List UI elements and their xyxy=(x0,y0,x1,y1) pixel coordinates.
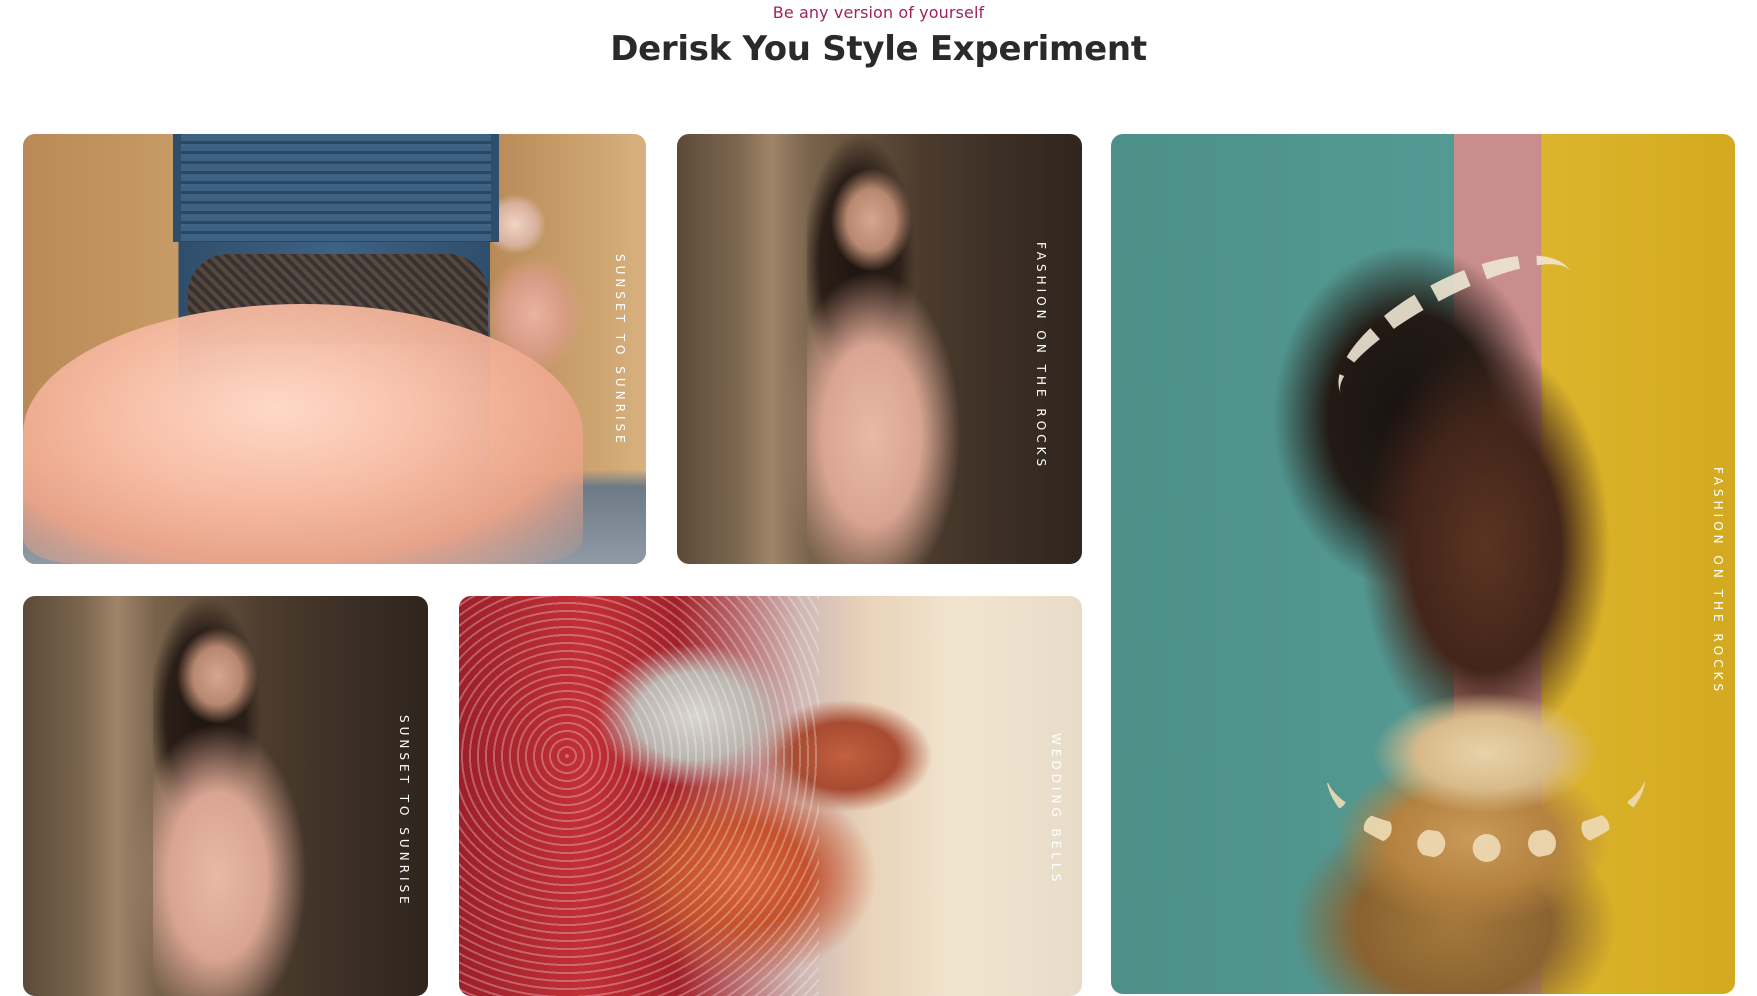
gallery-photo xyxy=(1111,134,1735,994)
section-title: Derisk You Style Experiment xyxy=(610,29,1147,69)
card-label: Fashion on the rocks xyxy=(1711,467,1725,696)
card-label: Fashion on the rocks xyxy=(1034,242,1048,471)
window-shutter xyxy=(173,134,499,242)
gallery-card-sunset-to-sunrise[interactable]: Sunset to sunrise xyxy=(23,134,646,564)
gallery-card-sunset-to-sunrise-small[interactable]: Sunset to sunrise xyxy=(23,596,428,996)
embroidery xyxy=(459,596,819,996)
gown xyxy=(23,304,583,564)
pillar xyxy=(737,134,807,564)
card-label: Sunset to sunrise xyxy=(397,715,411,908)
card-label: Wedding bells xyxy=(1049,733,1063,886)
card-label: Sunset to sunrise xyxy=(613,254,627,447)
necklace xyxy=(1326,684,1646,862)
section-tagline: Be any version of yourself xyxy=(772,3,985,22)
gallery-card-fashion-on-the-rocks-tall[interactable]: Fashion on the rocks xyxy=(1111,134,1735,994)
gallery-card-wedding-bells[interactable]: Wedding bells xyxy=(459,596,1082,996)
pillar xyxy=(83,596,153,996)
gallery-card-fashion-on-the-rocks[interactable]: Fashion on the rocks xyxy=(677,134,1082,564)
